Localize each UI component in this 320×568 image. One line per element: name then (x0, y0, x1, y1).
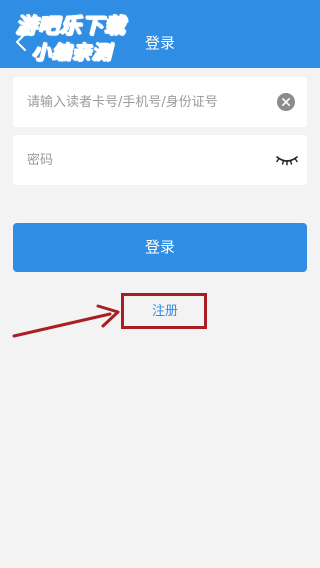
watermark-logo: 游吧乐下载 小编亲测 (2, 4, 152, 66)
register-link[interactable]: 注册 (124, 296, 206, 328)
watermark-line-2: 小编亲测 (31, 42, 113, 65)
login-page: 登录 游吧乐下载 小编亲测 登录 注册 (0, 0, 320, 568)
account-input[interactable] (27, 77, 267, 127)
annotation-arrow-icon (12, 304, 120, 338)
eye-closed-icon[interactable] (275, 152, 299, 168)
login-button[interactable]: 登录 (13, 223, 307, 272)
password-field (13, 135, 307, 185)
watermark-line-1: 游吧乐下载 (16, 14, 126, 39)
account-field (13, 77, 307, 127)
password-input[interactable] (27, 135, 267, 185)
clear-circle-icon[interactable] (277, 93, 295, 111)
